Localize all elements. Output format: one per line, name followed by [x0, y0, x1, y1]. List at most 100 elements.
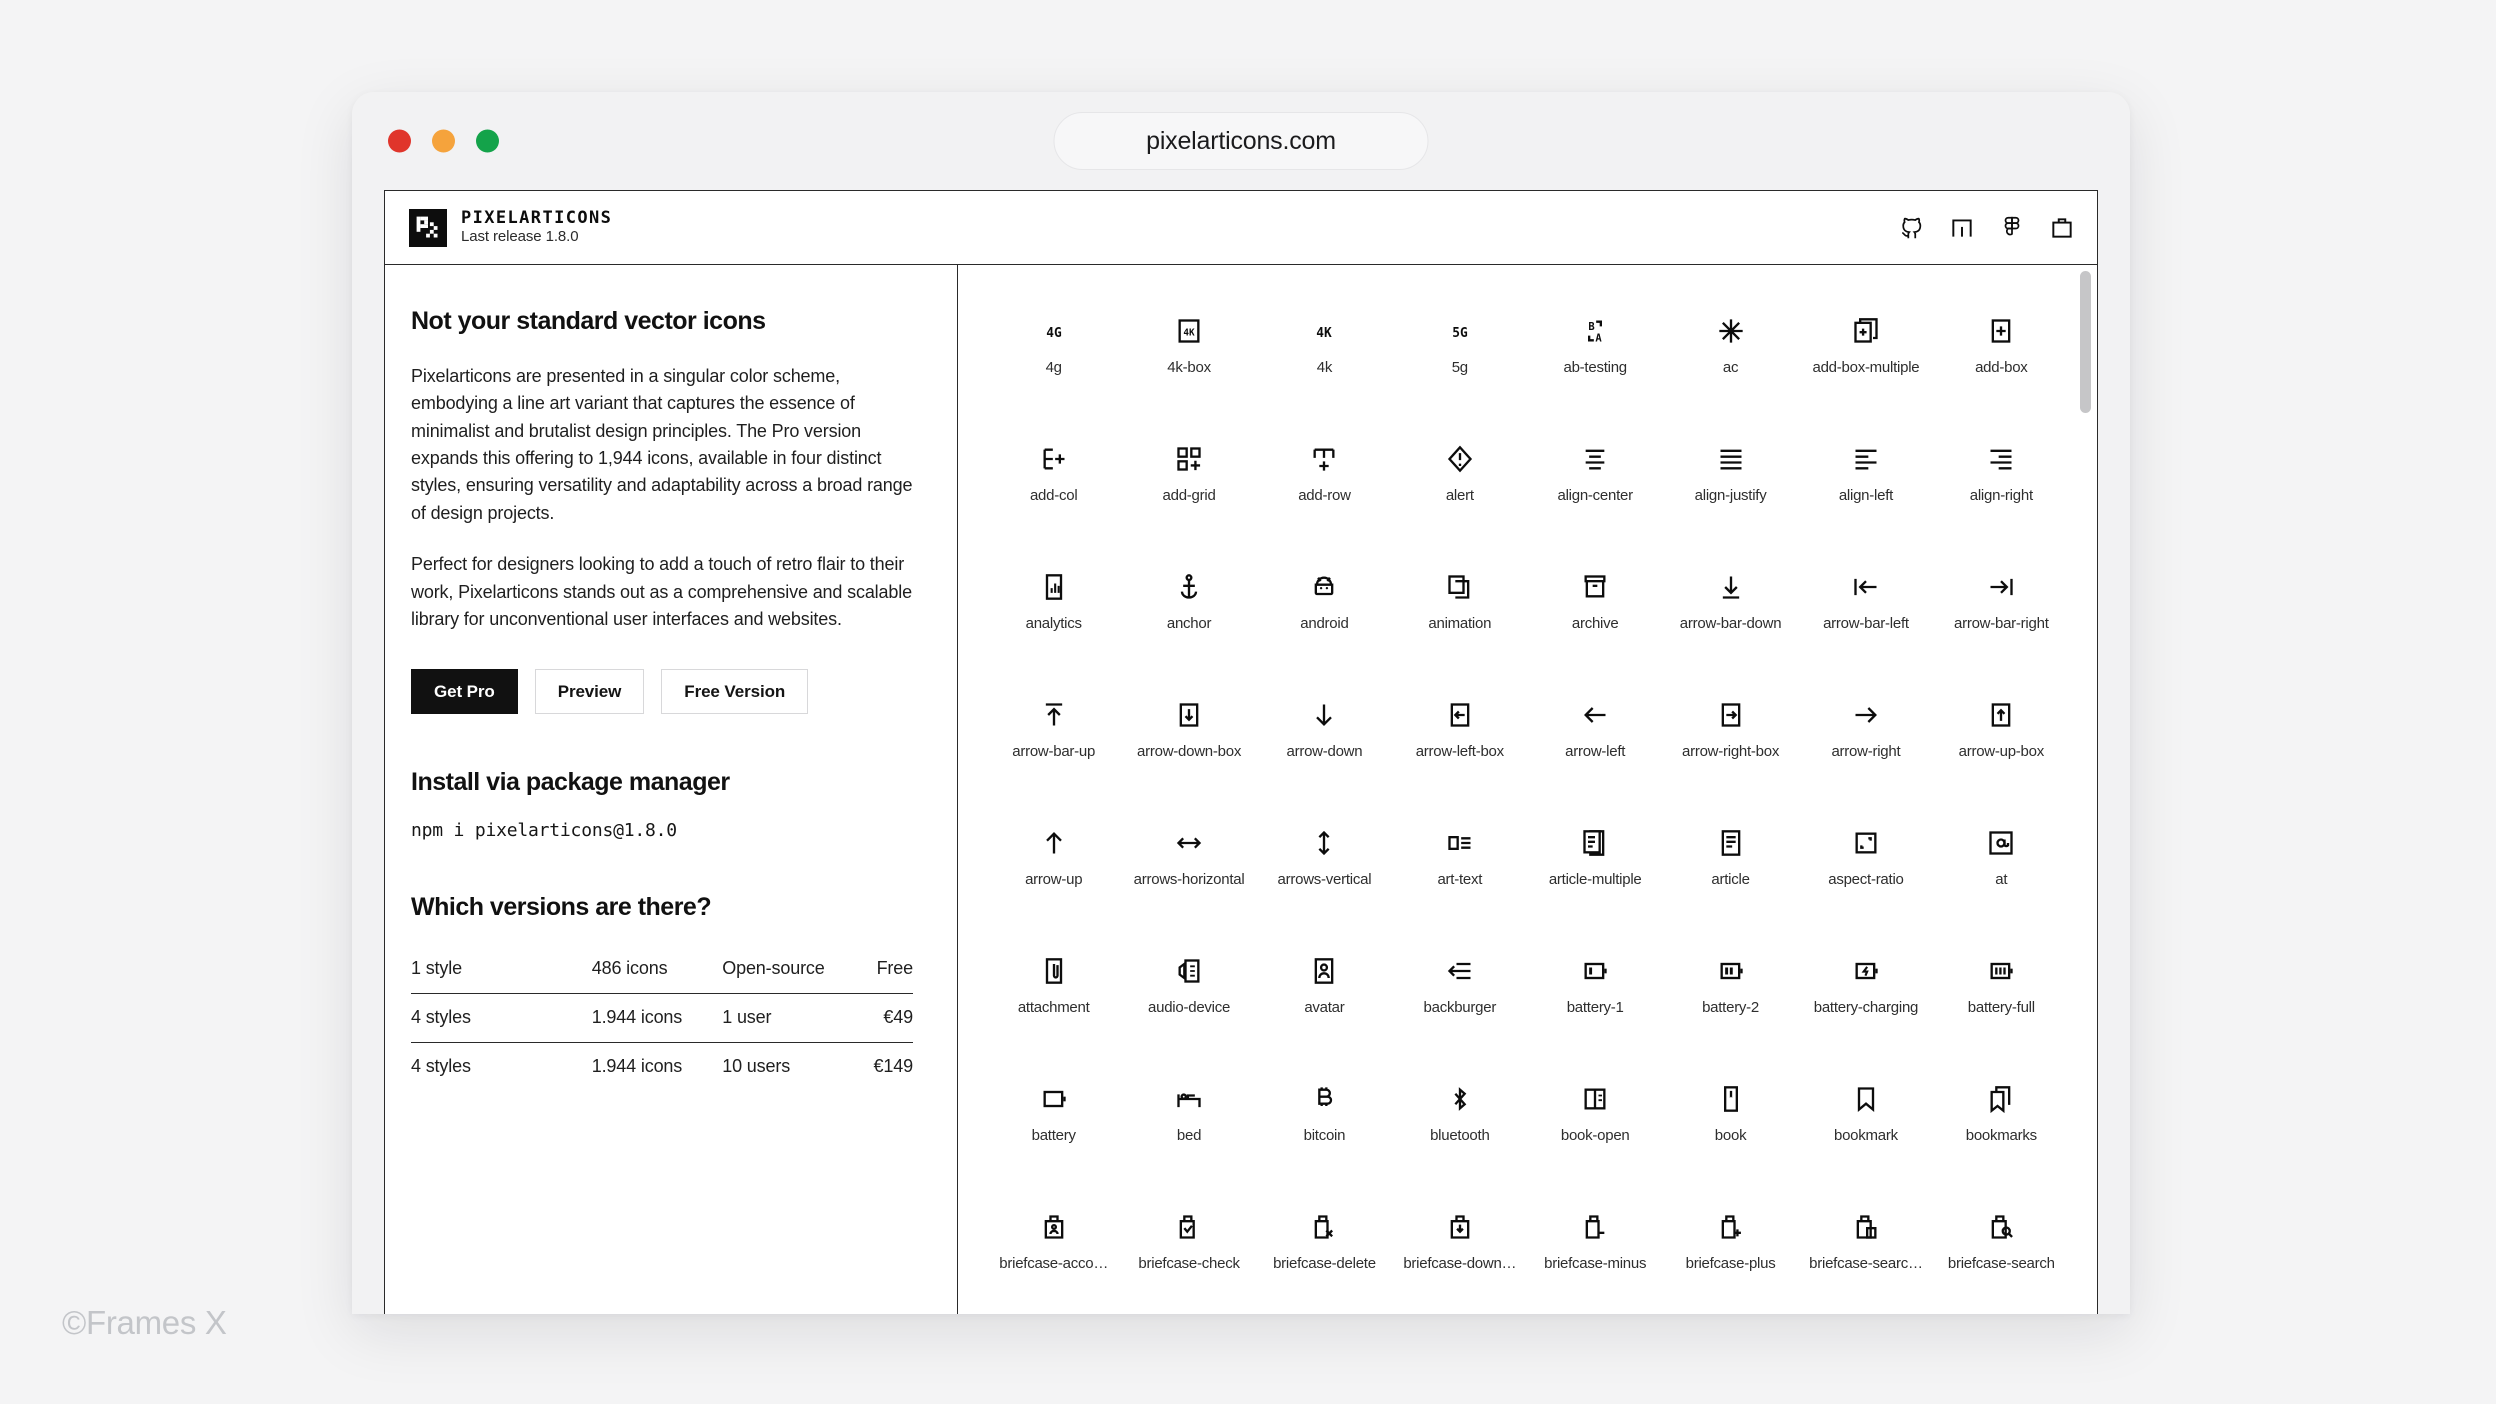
icon-cell-avatar[interactable]: avatar	[1257, 939, 1392, 1067]
npm-icon[interactable]	[1949, 215, 1975, 241]
minimize-window-button[interactable]	[432, 129, 455, 153]
icon-cell-5g[interactable]: 5G 5g	[1392, 299, 1527, 427]
icon-cell-alert[interactable]: alert	[1392, 427, 1527, 555]
icon-cell-bluetooth[interactable]: bluetooth	[1392, 1067, 1527, 1195]
icon-cell-archive[interactable]: archive	[1528, 555, 1663, 683]
icon-cell-align-left[interactable]: align-left	[1798, 427, 1933, 555]
icon-cell-arrow-down-box[interactable]: arrow-down-box	[1121, 683, 1256, 811]
icon-cell-briefcase-search-box[interactable]: briefcase-searc…	[1798, 1195, 1933, 1314]
maximize-window-button[interactable]	[476, 129, 499, 153]
page-body: Not your standard vector icons Pixelarti…	[385, 265, 2097, 1314]
icon-cell-battery-2[interactable]: battery-2	[1663, 939, 1798, 1067]
icon-cell-arrow-bar-down[interactable]: arrow-bar-down	[1663, 555, 1798, 683]
icon-label: bed	[1176, 1127, 1202, 1144]
icon-cell-arrows-horizontal[interactable]: arrows-horizontal	[1121, 811, 1256, 939]
icon-cell-arrow-left[interactable]: arrow-left	[1528, 683, 1663, 811]
site-header: PIXELARTICONS Last release 1.8.0	[385, 191, 2097, 265]
icon-grid-scrollbar[interactable]	[2080, 265, 2091, 1314]
icon-cell-aspect-ratio[interactable]: aspect-ratio	[1798, 811, 1933, 939]
svg-text:4G: 4G	[1046, 326, 1062, 341]
icon-cell-book[interactable]: book	[1663, 1067, 1798, 1195]
scrollbar-thumb[interactable]	[2080, 271, 2091, 413]
icon-label: bluetooth	[1430, 1127, 1490, 1144]
icon-cell-align-right[interactable]: align-right	[1934, 427, 2069, 555]
icon-label: android	[1300, 615, 1349, 632]
icon-cell-battery-1[interactable]: battery-1	[1528, 939, 1663, 1067]
icon-cell-align-justify[interactable]: align-justify	[1663, 427, 1798, 555]
icon-cell-briefcase-delete[interactable]: briefcase-delete	[1257, 1195, 1392, 1314]
free-version-button[interactable]: Free Version	[661, 669, 809, 715]
add-box-icon	[1987, 317, 2015, 345]
icon-cell-add-grid[interactable]: add-grid	[1121, 427, 1256, 555]
icon-label: attachment	[1017, 999, 1090, 1016]
icon-cell-arrow-up-box[interactable]: arrow-up-box	[1934, 683, 2069, 811]
icon-cell-arrow-bar-up[interactable]: arrow-bar-up	[986, 683, 1121, 811]
icon-cell-briefcase-minus[interactable]: briefcase-minus	[1528, 1195, 1663, 1314]
icon-label: arrow-left	[1565, 743, 1626, 760]
icon-cell-align-center[interactable]: align-center	[1528, 427, 1663, 555]
arrow-up-icon	[1040, 829, 1068, 857]
briefcase-icon[interactable]	[2049, 215, 2075, 241]
icon-cell-arrows-vertical[interactable]: arrows-vertical	[1257, 811, 1392, 939]
cell-styles: 4 styles	[411, 1042, 592, 1092]
figma-icon[interactable]	[1999, 215, 2025, 241]
address-bar[interactable]: pixelarticons.com	[1053, 112, 1429, 170]
install-command[interactable]: npm i pixelarticons@1.8.0	[411, 820, 913, 841]
icon-label: briefcase-minus	[1544, 1255, 1647, 1272]
icon-cell-arrow-down[interactable]: arrow-down	[1257, 683, 1392, 811]
brand[interactable]: PIXELARTICONS Last release 1.8.0	[409, 208, 612, 247]
battery-icon	[1040, 1085, 1068, 1113]
icon-cell-ac[interactable]: ac	[1663, 299, 1798, 427]
icon-label: book-open	[1560, 1127, 1630, 1144]
close-window-button[interactable]	[388, 129, 411, 153]
icon-cell-arrow-left-box[interactable]: arrow-left-box	[1392, 683, 1527, 811]
address-bar-url: pixelarticons.com	[1146, 126, 1336, 155]
icon-cell-briefcase-search[interactable]: briefcase-search	[1934, 1195, 2069, 1314]
icon-cell-bookmarks[interactable]: bookmarks	[1934, 1067, 2069, 1195]
icon-cell-backburger[interactable]: backburger	[1392, 939, 1527, 1067]
icon-cell-arrow-right[interactable]: arrow-right	[1798, 683, 1933, 811]
icon-cell-add-col[interactable]: add-col	[986, 427, 1121, 555]
icon-label: add-grid	[1162, 487, 1216, 504]
icon-cell-art-text[interactable]: art-text	[1392, 811, 1527, 939]
icon-cell-attachment[interactable]: attachment	[986, 939, 1121, 1067]
icon-cell-add-row[interactable]: add-row	[1257, 427, 1392, 555]
icon-cell-book-open[interactable]: book-open	[1528, 1067, 1663, 1195]
icon-cell-battery-charging[interactable]: battery-charging	[1798, 939, 1933, 1067]
icon-cell-briefcase-check[interactable]: briefcase-check	[1121, 1195, 1256, 1314]
icon-cell-arrow-right-box[interactable]: arrow-right-box	[1663, 683, 1798, 811]
icon-cell-at[interactable]: at	[1934, 811, 2069, 939]
icon-cell-android[interactable]: android	[1257, 555, 1392, 683]
icon-cell-bitcoin[interactable]: bitcoin	[1257, 1067, 1392, 1195]
icon-cell-bookmark[interactable]: bookmark	[1798, 1067, 1933, 1195]
icon-cell-ab-testing[interactable]: B Aab-testing	[1528, 299, 1663, 427]
icon-cell-article[interactable]: article	[1663, 811, 1798, 939]
icon-cell-analytics[interactable]: analytics	[986, 555, 1121, 683]
icon-label: alert	[1445, 487, 1474, 504]
icon-cell-battery-full[interactable]: battery-full	[1934, 939, 2069, 1067]
icon-cell-briefcase-plus[interactable]: briefcase-plus	[1663, 1195, 1798, 1314]
icon-cell-arrow-bar-left[interactable]: arrow-bar-left	[1798, 555, 1933, 683]
icon-cell-briefcase-download[interactable]: briefcase-down…	[1392, 1195, 1527, 1314]
icon-cell-arrow-bar-right[interactable]: arrow-bar-right	[1934, 555, 2069, 683]
icon-cell-article-multiple[interactable]: article-multiple	[1528, 811, 1663, 939]
icon-cell-briefcase-account[interactable]: briefcase-acco…	[986, 1195, 1121, 1314]
icon-grid-scroll-area[interactable]: 4G 4g 4K 4k-box 4K 4k 5G 5g B Aab-testing ac add-bo…	[958, 265, 2097, 1314]
icon-cell-anchor[interactable]: anchor	[1121, 555, 1256, 683]
icon-cell-add-box-multiple[interactable]: add-box-multiple	[1798, 299, 1933, 427]
icon-cell-battery[interactable]: battery	[986, 1067, 1121, 1195]
icon-label: align-justify	[1694, 487, 1767, 504]
icon-cell-4k[interactable]: 4K 4k	[1257, 299, 1392, 427]
icon-cell-4k-box[interactable]: 4K 4k-box	[1121, 299, 1256, 427]
icon-cell-bed[interactable]: bed	[1121, 1067, 1256, 1195]
icon-cell-animation[interactable]: animation	[1392, 555, 1527, 683]
header-icon-links	[1899, 215, 2075, 241]
icon-cell-audio-device[interactable]: audio-device	[1121, 939, 1256, 1067]
preview-button[interactable]: Preview	[534, 669, 645, 715]
icon-cell-4g[interactable]: 4G 4g	[986, 299, 1121, 427]
book-open-icon	[1581, 1085, 1609, 1113]
icon-cell-arrow-up[interactable]: arrow-up	[986, 811, 1121, 939]
github-icon[interactable]	[1899, 215, 1925, 241]
icon-cell-add-box[interactable]: add-box	[1934, 299, 2069, 427]
get-pro-button[interactable]: Get Pro	[411, 669, 518, 715]
